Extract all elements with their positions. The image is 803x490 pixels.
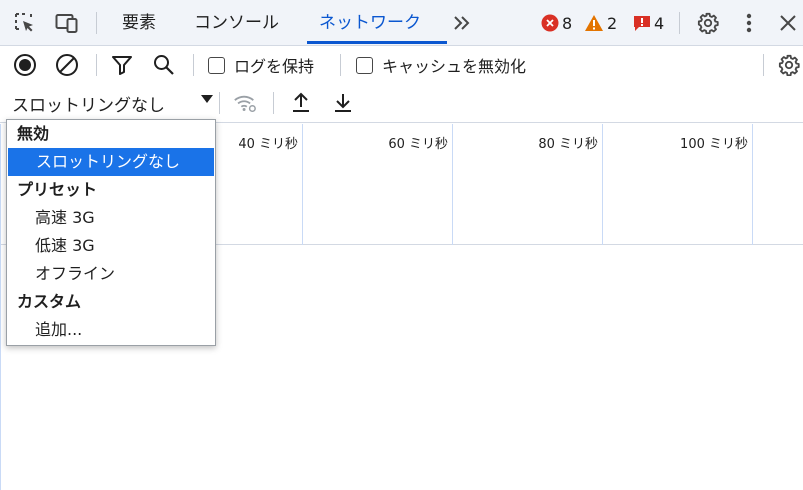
gridline <box>752 124 753 245</box>
record-icon[interactable] <box>13 53 37 77</box>
divider <box>273 92 274 114</box>
more-options-kebab-icon[interactable] <box>737 11 761 35</box>
throttling-select-value: スロットリングなし <box>12 96 165 116</box>
gridline <box>602 124 603 245</box>
time-tick-label: 40 ミリ秒 <box>238 137 298 152</box>
preserve-log-label: ログを保持 <box>234 57 315 76</box>
warning-count[interactable]: 2 <box>607 0 617 46</box>
throttling-select[interactable]: スロットリングなし <box>6 91 215 116</box>
network-toolbar: ログを保持 キャッシュを無効化 <box>0 46 803 84</box>
tab-elements[interactable]: 要素 <box>122 0 156 46</box>
disable-cache-checkbox[interactable] <box>356 57 373 74</box>
inspect-element-icon[interactable] <box>13 11 37 35</box>
option-add-custom[interactable]: 追加... <box>7 316 215 344</box>
issues-count[interactable]: 4 <box>654 0 664 46</box>
option-no-throttling[interactable]: スロットリングなし <box>8 148 214 176</box>
disable-cache-label: キャッシュを無効化 <box>382 57 527 76</box>
preserve-log-checkbox[interactable] <box>208 57 225 74</box>
error-icon[interactable] <box>538 11 562 35</box>
option-slow-3g[interactable]: 低速 3G <box>7 232 215 260</box>
group-label-presets: プリセット <box>17 180 98 199</box>
divider <box>96 12 97 34</box>
time-tick-label: 60 ミリ秒 <box>388 137 448 152</box>
device-toolbar-icon[interactable] <box>55 11 79 35</box>
tab-console[interactable]: コンソール <box>194 0 279 46</box>
issues-icon[interactable] <box>630 11 654 35</box>
time-tick-label: 100 ミリ秒 <box>680 137 748 152</box>
gridline <box>452 124 453 245</box>
group-label-disabled: 無効 <box>17 124 50 143</box>
panel-left-edge <box>0 124 1 490</box>
search-icon[interactable] <box>152 53 176 77</box>
dropdown-arrow-icon <box>201 95 213 103</box>
network-conditions-wifi-icon[interactable] <box>233 91 257 115</box>
divider <box>679 12 680 34</box>
time-tick-label: 80 ミリ秒 <box>538 137 598 152</box>
network-settings-gear-icon[interactable] <box>777 53 801 77</box>
divider <box>763 54 764 76</box>
more-tabs-chevron-icon[interactable] <box>450 11 474 35</box>
group-label-custom: カスタム <box>17 292 82 311</box>
throttling-dropdown-menu: 無効 スロットリングなし プリセット 高速 3G 低速 3G オフライン カスタ… <box>6 119 216 346</box>
active-tab-indicator <box>307 41 447 44</box>
option-offline[interactable]: オフライン <box>7 260 215 288</box>
warning-icon[interactable] <box>582 11 606 35</box>
tab-network[interactable]: ネットワーク <box>319 0 421 46</box>
devtools-tab-bar: 要素 コンソール ネットワーク 8 2 4 <box>0 0 803 46</box>
import-har-upload-icon[interactable] <box>289 91 313 115</box>
filter-icon[interactable] <box>110 53 134 77</box>
option-fast-3g[interactable]: 高速 3G <box>7 204 215 232</box>
divider <box>340 54 341 76</box>
divider <box>193 54 194 76</box>
gridline <box>302 124 303 245</box>
clear-icon[interactable] <box>55 53 79 77</box>
close-icon[interactable] <box>776 11 800 35</box>
export-har-download-icon[interactable] <box>331 91 355 115</box>
settings-gear-icon[interactable] <box>696 11 720 35</box>
divider <box>96 54 97 76</box>
error-count[interactable]: 8 <box>562 0 572 46</box>
divider <box>219 92 220 114</box>
